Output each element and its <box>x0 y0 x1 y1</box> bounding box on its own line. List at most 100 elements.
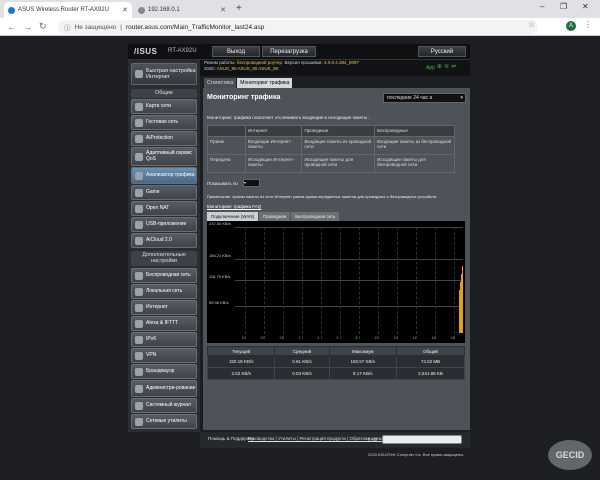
asus-favicon-icon <box>8 6 15 14</box>
ipv6-icon <box>135 335 143 344</box>
main-panel: Мониторинг трафика последние 24 час а Мо… <box>203 88 470 430</box>
content-tabs: Статистика Мониторинг трафика <box>204 78 293 88</box>
show-by-select[interactable]: ▾ <box>243 179 260 187</box>
sidebar-item-firewall[interactable]: Брандмауэр <box>131 364 197 379</box>
sidebar-item-aiprotection[interactable]: AiProtection <box>131 131 197 146</box>
sidebar-item-aicloud[interactable]: AiCloud 2.0 <box>131 233 197 248</box>
stats-cell: 0.61 KB/s <box>274 355 330 368</box>
sidebar-item-guest-network[interactable]: Гостевая сеть <box>131 115 197 130</box>
traffic-line <box>461 273 462 333</box>
x-tick-label: 18 <box>450 336 455 340</box>
minimize-icon[interactable]: – <box>540 2 544 11</box>
forward-arrow-icon[interactable]: → <box>23 22 32 32</box>
stats-table: Текущий Средний Максимум Общий 150.18 KB… <box>206 346 466 380</box>
vertical-grid-line <box>263 227 265 339</box>
new-tab-button[interactable]: + <box>236 3 242 14</box>
url-input[interactable]: ⓘ Не защищено | router.asus.com/Main_Tra… <box>58 20 538 34</box>
y-tick-label: 118.75 KB/s <box>209 274 231 279</box>
tab-statistics[interactable]: Статистика <box>204 78 237 88</box>
faq-link[interactable]: Мониторинг трафика FAQ <box>207 204 261 209</box>
firmware-value[interactable]: 3.0.0.4.384_8097 <box>324 60 359 65</box>
sidebar-item-game[interactable]: Game <box>131 185 197 200</box>
x-tick-label: 20 <box>241 336 246 340</box>
profile-avatar[interactable]: A <box>566 21 576 31</box>
wizard-icon <box>135 70 143 78</box>
footer-links[interactable]: Руководство | Утилиты | Регистрация прод… <box>248 436 383 441</box>
faq-search-input[interactable] <box>382 435 462 444</box>
sidebar-item-usb[interactable]: USB-приложение <box>131 217 197 232</box>
back-arrow-icon[interactable]: ← <box>7 22 16 32</box>
browser-tab-router[interactable]: ASUS Wireless Router RT-AX92U ✕ <box>4 2 132 18</box>
sidebar-item-traffic-analyzer[interactable]: Анализатор трафика <box>131 167 197 184</box>
vertical-grid-line <box>377 227 379 339</box>
network-map-icon <box>135 102 143 111</box>
cloud-icon <box>135 236 143 245</box>
legend-header-wireless: Беспроводные <box>374 125 455 137</box>
mode-value[interactable]: беспроводной роутер <box>237 60 282 65</box>
globe-icon: ⊕ <box>437 64 445 70</box>
sidebar-item-vpn[interactable]: VPN <box>131 348 197 363</box>
legend-cell: Входящие Интернет-пакеты <box>244 135 303 155</box>
close-tab-icon[interactable]: ✕ <box>220 6 226 14</box>
tab-traffic-monitor[interactable]: Мониторинг трафика <box>237 78 293 88</box>
close-tab-icon[interactable]: ✕ <box>122 6 128 14</box>
sidebar-item-lan[interactable]: Локальная сеть <box>131 284 197 299</box>
copyright: 2020 ASUSTeK Computer Inc. Все права защ… <box>368 452 465 457</box>
footer: Помощь & Поддержка Руководство | Утилиты… <box>200 432 470 448</box>
legend-header-wired: Проводные <box>301 125 376 137</box>
tab-wired[interactable]: Проводная <box>259 212 291 221</box>
y-tick-label: 237.50 KB/s <box>209 221 231 226</box>
status-icons[interactable]: ⊕≋⇌ <box>437 64 458 70</box>
tab-wan[interactable]: Подключение (WAN) <box>207 212 259 221</box>
url-text: router.asus.com/Main_TrafficMonitor_last… <box>126 23 265 31</box>
sidebar-item-administration[interactable]: Администри-рование <box>131 380 197 397</box>
sidebar-item-alexa[interactable]: Alexa & IFTTT <box>131 316 197 331</box>
app-link[interactable]: App <box>426 65 435 71</box>
graph-tabs: Подключение (WAN) Проводная Беспроводная… <box>207 212 340 221</box>
close-window-icon[interactable]: ✕ <box>582 2 589 11</box>
page-favicon-icon <box>138 6 145 14</box>
sidebar-item-system-log[interactable]: Системный журнал <box>131 398 197 413</box>
x-tick-label: 4 <box>317 336 320 340</box>
page-description: Мониторинг трафика позволяет отслеживать… <box>207 115 370 120</box>
sidebar-item-open-nat[interactable]: Open NAT <box>131 201 197 216</box>
traffic-icon <box>135 171 143 180</box>
x-tick-label: 16 <box>431 336 436 340</box>
page-title: Мониторинг трафика <box>207 94 281 101</box>
tab-wireless[interactable]: Беспроводная сеть <box>291 212 340 221</box>
grid-line <box>235 258 463 260</box>
y-tick-label: 59.38 KB/s <box>209 300 229 306</box>
asus-logo: /ISUS <box>134 47 158 56</box>
browser-tab-bar: ASUS Wireless Router RT-AX92U ✕ 192.168.… <box>0 0 600 18</box>
sidebar-item-wireless[interactable]: Беспроводная сеть <box>131 268 197 283</box>
reload-icon[interactable]: ↻ <box>39 21 47 32</box>
sidebar-item-network-map[interactable]: Карта сети <box>131 99 197 114</box>
address-bar-row: ← → ↻ ⓘ Не защищено | router.asus.com/Ma… <box>0 18 600 36</box>
sidebar-item-qos[interactable]: Адаптивный сервис QoS <box>131 147 197 166</box>
sidebar-item-ipv6[interactable]: IPv6 <box>131 332 197 347</box>
sidebar-item-network-tools[interactable]: Сетевые утилиты <box>131 414 197 429</box>
vertical-grid-line <box>453 227 455 339</box>
reboot-button[interactable]: Перезагрузка <box>262 46 316 57</box>
watermark-logo: GECID <box>548 440 592 470</box>
lan-icon <box>135 287 143 296</box>
usb-icon: ⇌ <box>451 64 459 70</box>
legend-cell: Исходящие Интернет-пакеты <box>244 153 303 173</box>
stats-header-total: Общий <box>395 346 466 356</box>
logout-button[interactable]: Выход <box>212 46 260 57</box>
wireless-icon <box>135 271 143 280</box>
footer-faq-label: FAQ <box>368 437 378 442</box>
period-select[interactable]: последние 24 час а <box>383 93 466 103</box>
browser-tab-ip[interactable]: 192.168.0.1 ✕ <box>134 2 230 18</box>
sidebar-item-wan[interactable]: Интернет <box>131 300 197 315</box>
log-icon <box>135 401 143 410</box>
quick-setup-button[interactable]: Быстрая настройка Интернет <box>131 63 197 85</box>
x-tick-label: 10 <box>374 336 379 340</box>
browser-menu-icon[interactable]: ⋮ <box>584 20 592 29</box>
mode-label: Режим работы: <box>204 60 236 65</box>
maximize-icon[interactable]: ❐ <box>560 2 567 11</box>
info-icon[interactable]: ⓘ <box>64 22 71 32</box>
bookmark-star-icon[interactable]: ☆ <box>528 20 535 29</box>
stats-cell: 150.18 KB/s <box>206 355 276 368</box>
language-select[interactable]: Русский <box>418 46 466 57</box>
